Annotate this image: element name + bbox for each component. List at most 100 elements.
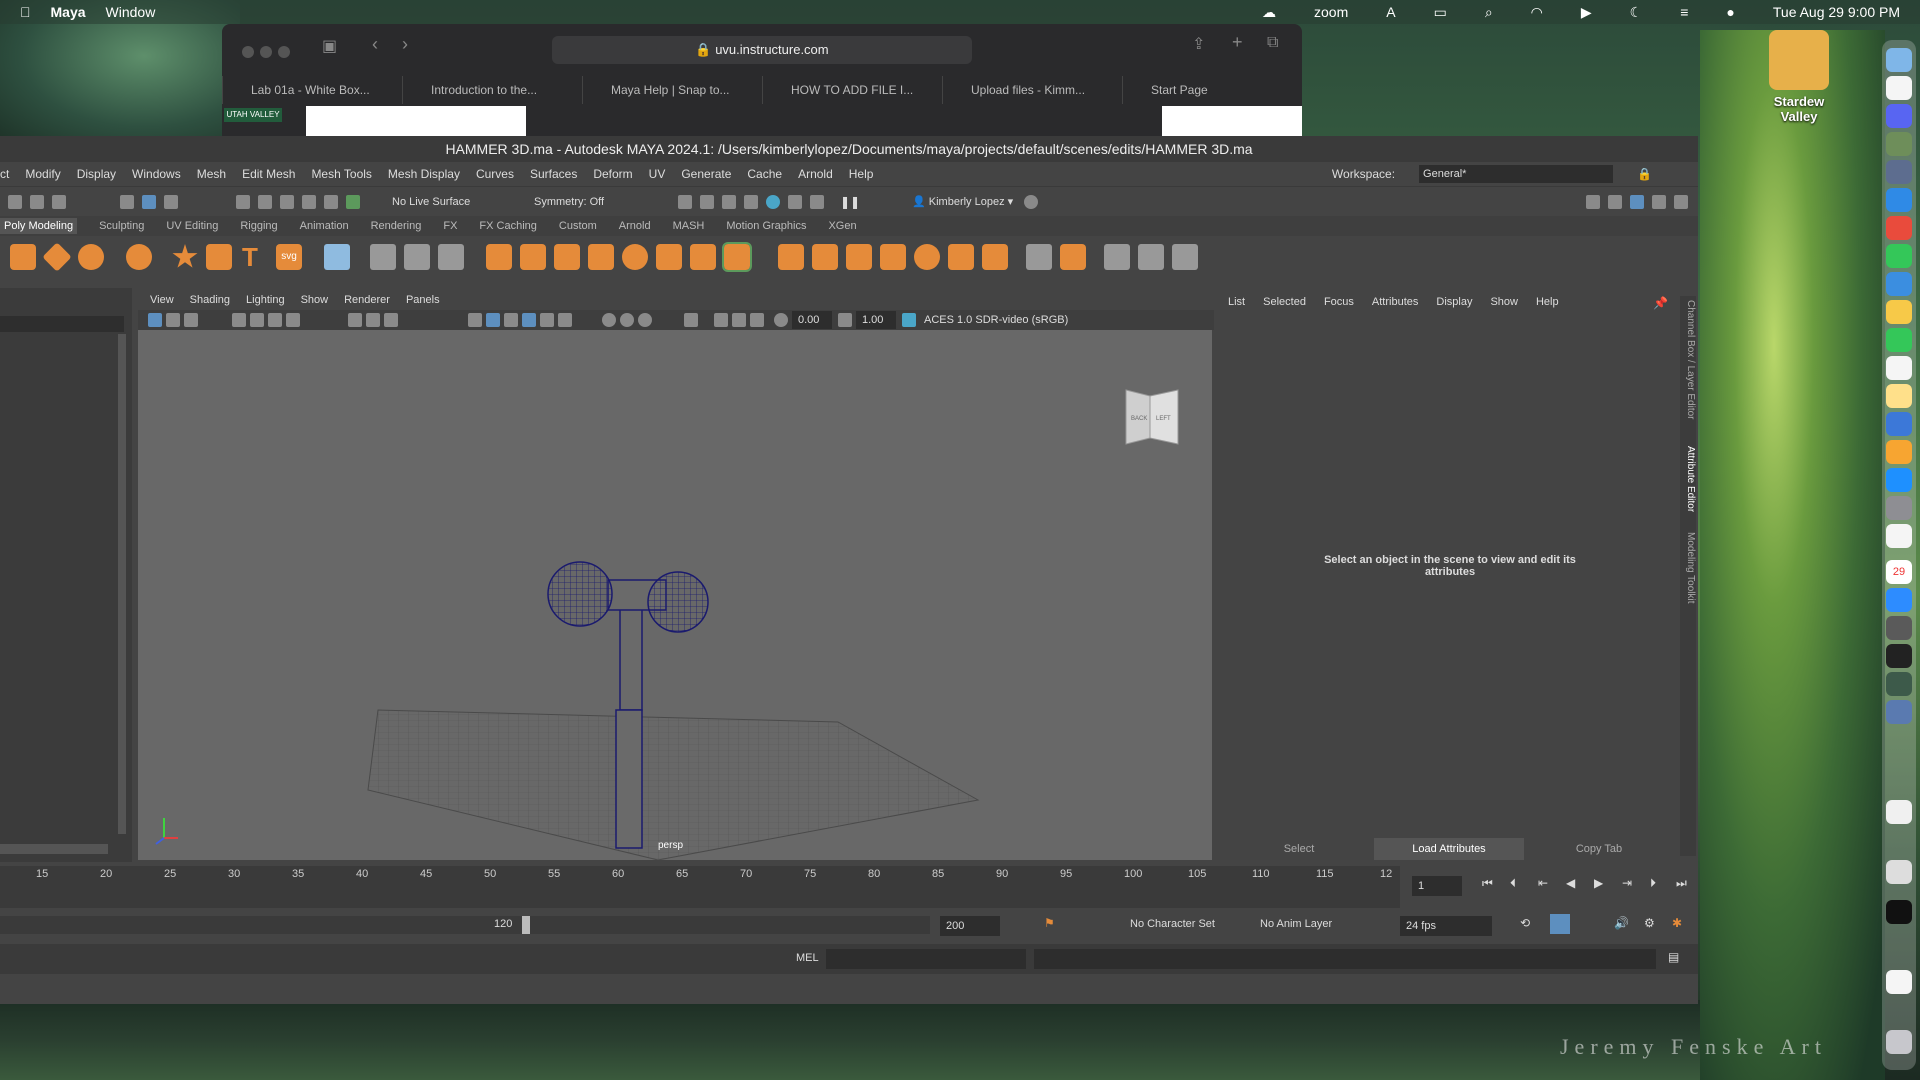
desktop-icon-stardew-valley[interactable]: Stardew Valley [1760, 30, 1838, 124]
control-center-icon[interactable]: ≡ [1680, 4, 1688, 20]
panel-hscrollbar[interactable] [0, 844, 108, 854]
minimize-window-button[interactable] [260, 46, 272, 58]
reminders-icon[interactable] [1886, 356, 1912, 380]
max-range-field[interactable]: 200 [940, 916, 1000, 936]
wireframe-on-shaded-icon[interactable] [522, 313, 536, 327]
ambient-occlusion-icon[interactable] [620, 313, 634, 327]
svg-tool-icon[interactable]: svg [276, 244, 302, 270]
viewport-menu-item[interactable]: View [150, 294, 174, 306]
textedit-icon[interactable] [1886, 524, 1912, 548]
help-icon[interactable] [1024, 195, 1038, 209]
close-window-button[interactable] [242, 46, 254, 58]
side-tab-channel-box[interactable]: Channel Box / Layer Editor [1680, 300, 1696, 420]
lights-icon[interactable] [558, 313, 572, 327]
live-surface-field[interactable]: No Live Surface [392, 193, 470, 211]
command-input[interactable] [826, 949, 1026, 969]
merge-icon[interactable] [846, 244, 872, 270]
system-settings-icon[interactable] [1886, 496, 1912, 520]
apple-icon[interactable]:  [20, 4, 31, 20]
menu-item[interactable]: Mesh Tools [311, 167, 371, 181]
game-icon[interactable] [1886, 132, 1912, 156]
menu-item[interactable]: Curves [476, 167, 514, 181]
ipr-render-icon[interactable] [700, 195, 714, 209]
menu-window[interactable]: Window [106, 4, 156, 20]
current-frame-field[interactable]: 1 [1412, 876, 1462, 896]
panel-dropdown[interactable] [0, 316, 124, 332]
smooth-icon[interactable] [554, 244, 580, 270]
pages-icon[interactable] [1886, 440, 1912, 464]
lock-icon[interactable]: 🔒 [1637, 167, 1652, 181]
shadows-icon[interactable] [602, 313, 616, 327]
step-forward-key-icon[interactable]: ⇥ [1622, 876, 1632, 890]
wireframe-icon[interactable] [468, 313, 482, 327]
maya-file-icon[interactable] [1886, 700, 1912, 724]
ae-menu-item[interactable]: List [1228, 296, 1245, 308]
shelf-tab[interactable]: XGen [828, 220, 856, 232]
poly-sphere-icon[interactable] [10, 244, 36, 270]
zoom-menu[interactable]: zoom [1314, 4, 1348, 20]
user-account-button[interactable]: 👤 Kimberly Lopez ▾ [912, 193, 1013, 211]
smooth-shade-icon[interactable] [486, 313, 500, 327]
side-tab-attribute-editor[interactable]: Attribute Editor [1680, 446, 1696, 512]
utility-icon[interactable] [1886, 672, 1912, 696]
symmetry-dropdown[interactable]: Symmetry: Off [534, 193, 604, 211]
gamma-field[interactable]: 1.00 [856, 311, 896, 329]
viewport-menu-item[interactable]: Panels [406, 294, 440, 306]
xray-icon[interactable] [540, 313, 554, 327]
discord-icon[interactable] [1886, 104, 1912, 128]
range-handle[interactable] [522, 916, 530, 934]
menu-item[interactable]: Deform [593, 167, 632, 181]
snap-active-icon[interactable] [346, 195, 360, 209]
unfold-icon[interactable] [1060, 244, 1086, 270]
color-space-dropdown[interactable]: ACES 1.0 SDR-video (sRGB) [924, 311, 1204, 329]
select-object-icon[interactable] [142, 195, 156, 209]
ae-menu-item[interactable]: Display [1436, 296, 1472, 308]
snap-view-icon[interactable] [302, 195, 316, 209]
ae-menu-item[interactable]: Selected [1263, 296, 1306, 308]
viewport-menu-item[interactable]: Lighting [246, 294, 285, 306]
menu-item[interactable]: Surfaces [530, 167, 577, 181]
select-button[interactable]: Select [1224, 838, 1374, 860]
menu-item[interactable]: Generate [681, 167, 731, 181]
grid-toggle-icon[interactable] [348, 313, 362, 327]
uv-editor-icon[interactable] [1138, 244, 1164, 270]
menu-item[interactable]: Help [849, 167, 874, 181]
camera-lock-icon[interactable] [232, 313, 246, 327]
grid-icon[interactable] [324, 244, 350, 270]
poly-platonic-icon[interactable] [126, 244, 152, 270]
multi-cut-icon[interactable] [880, 244, 906, 270]
maya-dock-icon[interactable] [1886, 412, 1912, 436]
menu-item[interactable]: UV [649, 167, 666, 181]
shelf-tab[interactable]: Rendering [371, 220, 422, 232]
auto-key-icon[interactable]: ⚑ [1044, 916, 1055, 930]
menu-item[interactable]: Modify [25, 167, 60, 181]
window-thumbnail-icon[interactable] [1886, 860, 1912, 884]
shelf-tab[interactable]: Rigging [240, 220, 277, 232]
extrude-icon[interactable] [656, 244, 682, 270]
play-backward-icon[interactable]: ◀ [1566, 876, 1575, 890]
poly-cylinder-icon[interactable] [78, 244, 104, 270]
search-icon[interactable]: ⌕ [1485, 4, 1493, 21]
go-to-start-icon[interactable]: ⏮ [1482, 876, 1493, 891]
mail-icon[interactable] [1886, 272, 1912, 296]
arnold-render-icon[interactable] [766, 195, 780, 209]
snap-grid-icon[interactable] [236, 195, 250, 209]
workspace-dropdown[interactable]: General* [1419, 165, 1614, 183]
wifi-icon[interactable]: ◠ [1531, 4, 1543, 21]
menu-item[interactable]: Arnold [798, 167, 833, 181]
menu-item[interactable]: Mesh Display [388, 167, 460, 181]
combine-icon[interactable] [370, 244, 396, 270]
clock-datetime[interactable]: Tue Aug 29 9:00 PM [1773, 4, 1900, 20]
select-component-icon[interactable] [164, 195, 178, 209]
sidebar-icon[interactable]: ▣ [322, 36, 337, 56]
xray-joints-icon[interactable] [714, 313, 728, 327]
shelf-tab[interactable]: MASH [673, 220, 705, 232]
separate-icon[interactable] [404, 244, 430, 270]
shelf-tab[interactable]: Animation [300, 220, 349, 232]
type-tool-icon[interactable]: T [242, 244, 268, 270]
boolean-union-icon[interactable] [486, 244, 512, 270]
step-back-key-icon[interactable]: ⇤ [1538, 876, 1548, 890]
poly-cube-icon[interactable] [42, 242, 72, 272]
notes-icon[interactable] [1886, 384, 1912, 408]
menu-item[interactable]: ct [0, 167, 9, 181]
